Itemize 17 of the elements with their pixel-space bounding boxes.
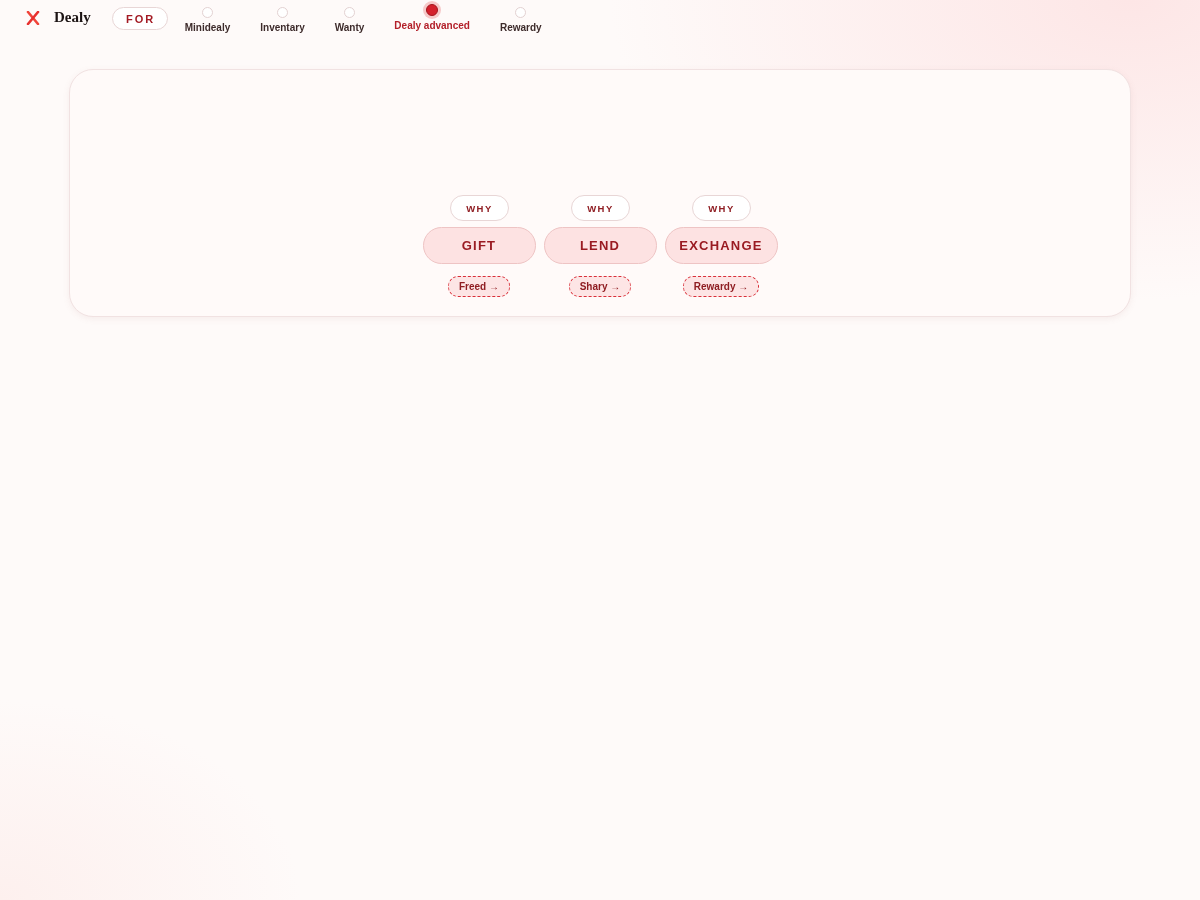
- step-tab[interactable]: Dealy advanced: [394, 0, 470, 33]
- option-button[interactable]: GIFT: [422, 227, 536, 264]
- why-button[interactable]: WHY: [570, 195, 630, 221]
- cross-logo-icon: [26, 10, 40, 25]
- option-link[interactable]: Shary →: [568, 276, 632, 297]
- why-button[interactable]: WHY: [691, 195, 751, 221]
- step-tab[interactable]: Rewardy: [499, 0, 542, 33]
- option-button[interactable]: LEND: [543, 227, 657, 264]
- for-pill: FOR: [111, 7, 168, 30]
- option-button[interactable]: EXCHANGE: [664, 227, 778, 264]
- brand-name: Dealy: [54, 9, 91, 26]
- option-link[interactable]: Freed →: [448, 276, 510, 297]
- step-tab[interactable]: Minidealy: [184, 0, 231, 33]
- why-button[interactable]: WHY: [449, 195, 509, 221]
- step-tab[interactable]: Wanty: [334, 0, 365, 33]
- option-link[interactable]: Rewardy →: [682, 276, 760, 297]
- step-tab[interactable]: Inventary: [260, 0, 305, 33]
